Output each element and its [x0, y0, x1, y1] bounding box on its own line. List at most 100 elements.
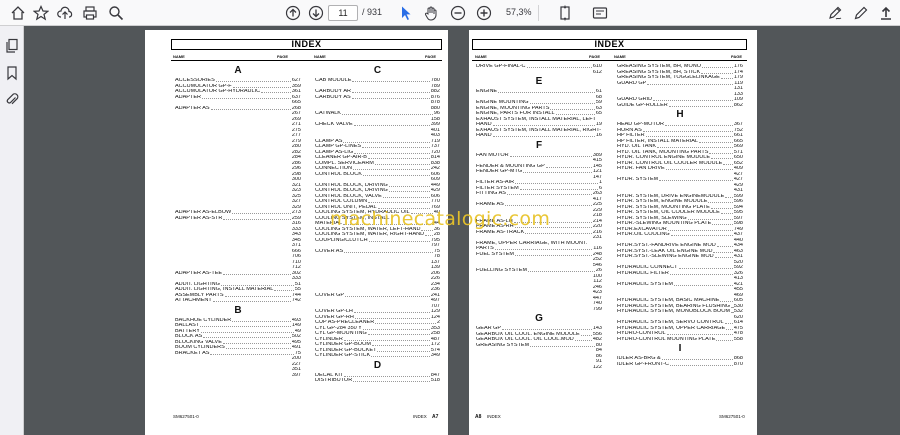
leader-dots: [580, 332, 592, 336]
leader-dots: [477, 354, 595, 358]
attachment-paperclip-icon[interactable]: [4, 91, 20, 107]
leader-dots: [225, 345, 291, 349]
leader-dots: [588, 241, 601, 245]
zoom-in-icon[interactable]: [474, 3, 494, 23]
leader-dots: [716, 337, 733, 341]
page-down-icon[interactable]: [306, 3, 326, 23]
index-entry[interactable]: 397: [175, 373, 301, 379]
leader-dots: [176, 260, 291, 264]
leader-dots: [477, 175, 592, 179]
leader-dots: [176, 356, 291, 360]
page-thumbnails-icon[interactable]: [4, 38, 20, 54]
leader-dots: [477, 158, 592, 162]
sign-pen-icon[interactable]: [825, 3, 845, 23]
column-header-name: NAME: [314, 54, 326, 59]
leader-dots: [316, 298, 430, 302]
footer-doc-id: SM627501-0: [719, 414, 745, 419]
leader-dots: [477, 197, 592, 201]
leader-dots: [176, 172, 291, 176]
leader-dots: [477, 359, 595, 363]
entry-page: 799: [592, 306, 602, 312]
leader-dots: [492, 122, 595, 126]
footer-page-number: A7: [432, 414, 439, 420]
index-column: GREASING SYSTEM, BH, MONO 176 GREASING SYS…: [617, 64, 743, 367]
leader-dots: [232, 84, 291, 88]
leader-dots: [701, 70, 733, 74]
zoom-out-icon[interactable]: [448, 3, 468, 23]
leader-dots: [388, 188, 430, 192]
select-cursor-icon[interactable]: [396, 3, 416, 23]
upload-icon[interactable]: [876, 3, 896, 23]
fit-page-icon[interactable]: [555, 3, 575, 23]
leader-dots: [354, 315, 430, 319]
leader-dots: [657, 144, 733, 148]
leader-dots: [618, 92, 733, 96]
home-icon[interactable]: [8, 3, 28, 23]
leader-dots: [368, 199, 430, 203]
hand-tool-icon[interactable]: [421, 3, 441, 23]
leader-dots: [176, 139, 291, 143]
column-header-page: PAGE: [589, 54, 601, 59]
print-icon[interactable]: [80, 3, 100, 23]
leader-dots: [509, 153, 592, 157]
leader-dots: [232, 210, 291, 214]
leader-dots: [352, 166, 430, 170]
leader-dots: [618, 238, 733, 242]
entry-page: 349: [430, 353, 440, 358]
leader-dots: [645, 133, 733, 137]
leader-dots: [659, 177, 733, 181]
upload-cloud-icon[interactable]: [55, 3, 75, 23]
leader-dots: [371, 353, 430, 357]
leader-dots: [362, 144, 430, 148]
leader-dots: [708, 199, 733, 203]
more-tools-icon[interactable]: [590, 3, 610, 23]
column-header-page: PAGE: [731, 54, 743, 59]
section-letter: B: [234, 304, 242, 316]
leader-dots: [316, 106, 430, 110]
leader-dots: [502, 326, 592, 330]
leader-dots: [210, 106, 291, 110]
leader-dots: [176, 111, 291, 115]
leader-dots: [550, 106, 595, 110]
zoom-level[interactable]: 57,3%: [506, 7, 532, 17]
leader-dots: [222, 340, 291, 344]
index-entry[interactable]: DISTRIBUTOR 518: [315, 378, 440, 384]
annotate-pen-icon[interactable]: [851, 3, 871, 23]
footer-index-label: INDEX: [413, 414, 427, 419]
column-header-page: PAGE: [425, 54, 437, 59]
entry-name: HYDRO-CONTROL MOUNTING PLATE: [617, 336, 716, 342]
index-entry[interactable]: 122: [476, 365, 602, 371]
column-header-name: NAME: [173, 54, 185, 59]
leader-dots: [653, 97, 733, 101]
leader-dots: [523, 169, 592, 173]
leader-dots: [618, 86, 733, 90]
leader-dots: [545, 164, 592, 168]
leader-dots: [723, 161, 733, 165]
page-up-icon[interactable]: [283, 3, 303, 23]
leader-dots: [176, 367, 291, 371]
bookmarks-icon[interactable]: [4, 65, 20, 81]
leader-dots: [343, 337, 430, 341]
entry-name: HAND: [476, 133, 492, 138]
leader-dots: [316, 271, 430, 275]
leader-dots: [176, 199, 291, 203]
index-entry[interactable]: IDLER GP-FRONT-C 870: [617, 362, 743, 368]
leader-dots: [353, 122, 430, 126]
entry-name: CYLINDER GP-STICK: [315, 353, 371, 358]
leader-dots: [664, 122, 733, 126]
entry-page: 518: [430, 378, 440, 383]
page-number-input[interactable]: 11: [328, 5, 358, 21]
bookmark-star-icon[interactable]: [31, 3, 51, 23]
leader-dots: [477, 70, 592, 74]
leader-dots: [477, 348, 595, 352]
search-icon[interactable]: [106, 3, 126, 23]
leader-dots: [351, 95, 430, 99]
leader-dots: [232, 318, 291, 322]
leader-dots: [176, 128, 291, 132]
leader-dots: [176, 117, 291, 121]
leader-dots: [597, 117, 601, 121]
leader-dots: [362, 326, 430, 330]
leader-dots: [555, 111, 595, 115]
leader-dots: [316, 254, 433, 258]
section-letter: D: [373, 359, 382, 371]
